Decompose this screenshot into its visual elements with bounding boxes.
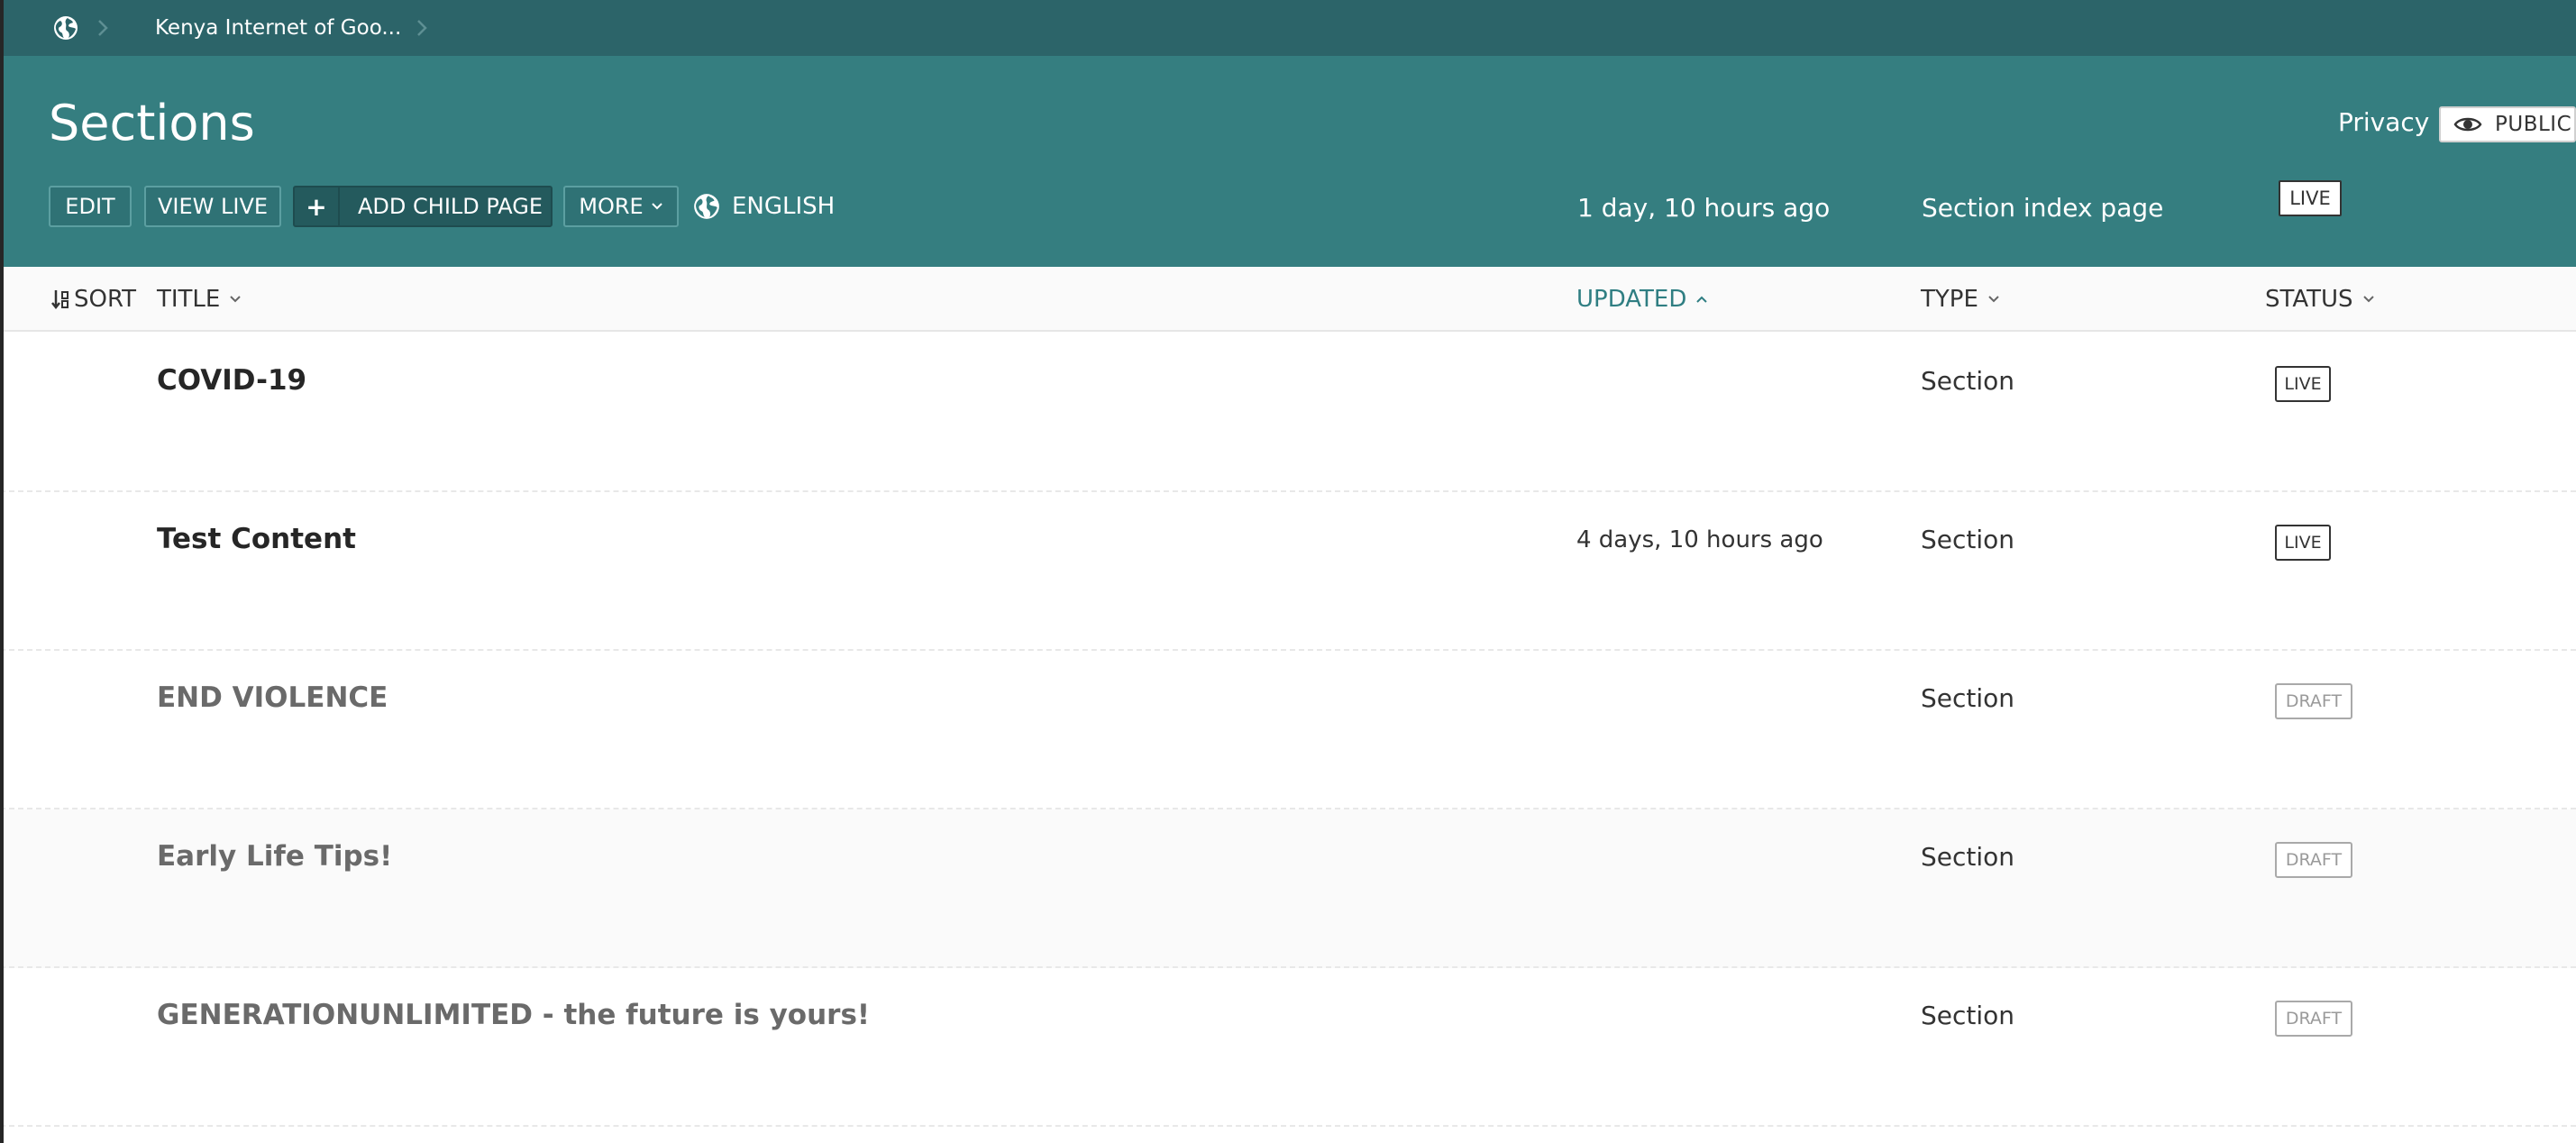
status-badge: DRAFT	[2275, 842, 2352, 878]
row-title[interactable]: Test Content	[157, 523, 356, 555]
privacy-label: Privacy	[2338, 107, 2430, 137]
add-child-page-label: ADD CHILD PAGE	[358, 194, 544, 219]
header-status-badge: LIVE	[2279, 180, 2342, 216]
row-type: Section	[1921, 525, 2015, 554]
globe-icon[interactable]	[52, 14, 79, 41]
privacy-public-button[interactable]: PUBLIC	[2439, 106, 2576, 142]
column-type[interactable]: TYPE	[1921, 285, 2000, 314]
breadcrumb: Kenya Internet of Goo...	[0, 0, 2576, 56]
more-dropdown-button[interactable]: MORE	[563, 186, 679, 227]
column-status[interactable]: STATUS	[2265, 285, 2375, 314]
language-label: ENGLISH	[732, 193, 836, 220]
sort-toggle[interactable]: SORT	[50, 285, 136, 314]
listing-header: SORT TITLE UPDATED TYPE STATUS	[0, 267, 2576, 332]
column-title-label: TITLE	[157, 286, 221, 313]
row-type: Section	[1921, 842, 2015, 872]
sort-label: SORT	[74, 286, 137, 313]
row-title[interactable]: Early Life Tips!	[157, 840, 392, 873]
column-status-label: STATUS	[2265, 286, 2353, 313]
window-edge	[0, 0, 4, 1143]
table-row: Early Life Tips! Section DRAFT	[0, 809, 2576, 968]
chevron-down-icon	[230, 296, 242, 303]
row-type: Section	[1921, 1001, 2015, 1030]
page-header: Sections Privacy PUBLIC EDIT VIEW LIVE +…	[0, 56, 2576, 267]
row-type: Section	[1921, 683, 2015, 713]
row-type: Section	[1921, 366, 2015, 396]
table-row: GENERATIONUNLIMITED - the future is your…	[0, 968, 2576, 1127]
column-updated-label: UPDATED	[1576, 286, 1687, 313]
page-title: Sections	[49, 95, 255, 151]
row-title[interactable]: END VIOLENCE	[157, 681, 388, 714]
row-title[interactable]: COVID-19	[157, 364, 306, 397]
more-label: MORE	[579, 194, 644, 219]
sort-icon	[51, 290, 69, 310]
table-row: COVID-19 Section LIVE	[0, 334, 2576, 492]
language-switcher[interactable]: ENGLISH	[692, 188, 835, 224]
row-title[interactable]: GENERATIONUNLIMITED - the future is your…	[157, 999, 870, 1031]
status-badge: LIVE	[2275, 525, 2331, 561]
add-child-page-button[interactable]: + ADD CHILD PAGE	[293, 186, 553, 227]
status-badge: DRAFT	[2275, 683, 2352, 719]
table-row: END VIOLENCE Section DRAFT	[0, 651, 2576, 809]
status-badge: DRAFT	[2275, 1001, 2352, 1037]
header-updated: 1 day, 10 hours ago	[1577, 193, 1831, 223]
breadcrumb-item[interactable]: Kenya Internet of Goo...	[155, 14, 401, 41]
chevron-up-icon	[1696, 296, 1708, 303]
row-updated: 4 days, 10 hours ago	[1576, 526, 1823, 553]
chevron-down-icon	[1988, 296, 1999, 303]
header-type: Section index page	[1922, 193, 2164, 223]
status-badge: LIVE	[2275, 366, 2331, 402]
chevron-down-icon	[652, 203, 662, 210]
column-type-label: TYPE	[1921, 286, 1978, 313]
table-row: Test Content 4 days, 10 hours ago Sectio…	[0, 492, 2576, 651]
page: Kenya Internet of Goo... Sections Privac…	[0, 0, 2576, 1143]
edit-button[interactable]: EDIT	[49, 186, 132, 227]
public-label: PUBLIC	[2495, 113, 2572, 136]
view-live-button[interactable]: VIEW LIVE	[144, 186, 281, 227]
plus-icon: +	[295, 187, 340, 225]
chevron-right-icon	[94, 16, 112, 40]
column-updated[interactable]: UPDATED	[1576, 285, 1708, 314]
globe-icon	[694, 194, 719, 219]
eye-icon	[2453, 117, 2482, 132]
chevron-down-icon	[2362, 296, 2374, 303]
column-title[interactable]: TITLE	[157, 285, 242, 314]
chevron-right-icon	[413, 16, 431, 40]
